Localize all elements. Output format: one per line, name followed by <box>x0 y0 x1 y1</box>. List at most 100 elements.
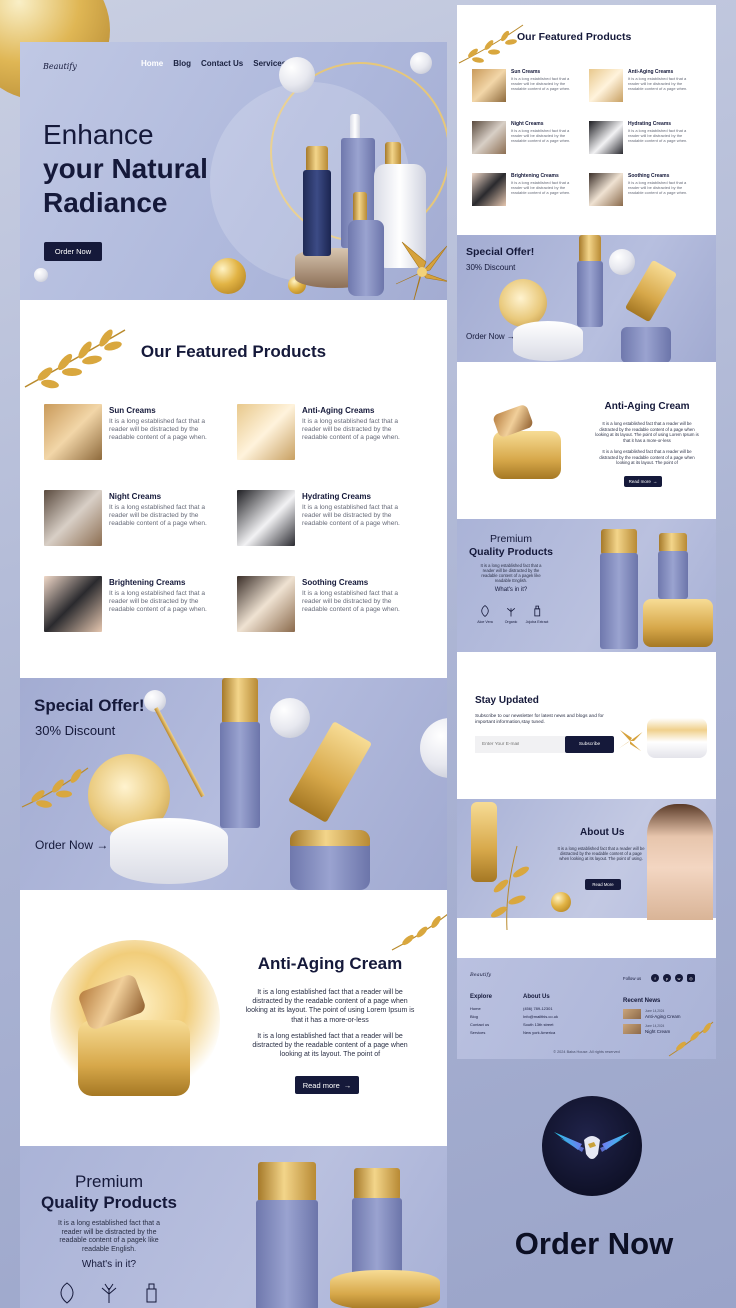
product-card-brightening[interactable]: Brightening Creams It is a long establis… <box>44 576 219 636</box>
gold-flower-decoration <box>395 241 447 300</box>
gold-pedestal <box>643 599 713 647</box>
nav-contact[interactable]: Contact Us <box>201 59 243 68</box>
eagle-logo[interactable] <box>542 1096 642 1196</box>
hero-section: Beautify Home Blog Contact Us Services E… <box>20 42 447 300</box>
product-title: Anti-Aging Creams <box>628 69 674 75</box>
bottle-cap <box>601 529 637 555</box>
product-description: It is a long established fact that a rea… <box>302 418 400 441</box>
premium-title-line-2: Quality Products <box>40 1193 178 1212</box>
product-title: Sun Creams <box>511 69 541 75</box>
news-date: June 14,2024 <box>645 1009 665 1013</box>
product-card-anti-aging[interactable]: Anti-Aging Creams It is a long establish… <box>237 404 412 464</box>
email-input[interactable] <box>475 736 565 753</box>
lavender-serum-bottle <box>220 722 260 828</box>
bottle-cap <box>258 1162 316 1202</box>
feature-label-aloe: Aloe Vera <box>477 620 493 624</box>
jojoba-bottle-icon <box>146 1283 157 1303</box>
product-thumbnail <box>472 173 506 206</box>
whatsapp-icon[interactable]: w <box>675 974 683 982</box>
offer-order-link[interactable]: Order Now → <box>35 838 108 852</box>
main-nav: Home Blog Contact Us Services <box>141 59 286 68</box>
product-thumbnail <box>237 404 295 460</box>
anti-aging-title: Anti-Aging Cream <box>604 401 690 412</box>
nav-blog[interactable]: Blog <box>173 59 191 68</box>
product-card-sun-creams-small[interactable]: Sun Creams It is a long established fact… <box>472 69 584 105</box>
serum-cap <box>222 678 258 724</box>
feature-label-jojoba: Jojoba Extract <box>525 620 549 624</box>
product-title: Soothing Creams <box>302 578 369 587</box>
product-description: It is a long established fact that a rea… <box>628 128 688 143</box>
serum-cap <box>579 235 601 263</box>
aloe-vera-icon <box>60 1282 74 1304</box>
product-title: Hydrating Creams <box>302 492 371 501</box>
featured-products-section-small: Our Featured Products Sun Creams It is a… <box>457 5 716 233</box>
organic-leaf-icon <box>506 607 516 617</box>
eagle-icon <box>554 1132 630 1159</box>
jojoba-bottle-icon <box>534 605 541 617</box>
feature-label-organic: Organic <box>504 620 518 624</box>
anti-aging-read-more-button[interactable]: Read more → <box>624 476 662 487</box>
product-thumbnail <box>589 173 623 206</box>
product-card-sun-creams[interactable]: Sun Creams It is a long established fact… <box>44 404 219 464</box>
instagram-icon[interactable]: ◎ <box>687 974 695 982</box>
product-card-soothing-small[interactable]: Soothing Creams It is a long established… <box>589 173 701 209</box>
product-description: It is a long established fact that a rea… <box>109 418 207 441</box>
whats-in-it-heading: What's in it? <box>494 587 528 593</box>
offer-order-link[interactable]: Order Now → <box>466 332 515 341</box>
product-card-anti-aging-small[interactable]: Anti-Aging Creams It is a long establish… <box>589 69 701 105</box>
product-card-night-creams-small[interactable]: Night Creams It is a long established fa… <box>472 121 584 157</box>
nav-home[interactable]: Home <box>141 59 163 68</box>
product-description: It is a long established fact that a rea… <box>109 504 207 527</box>
pump-top-gold <box>385 142 401 166</box>
featured-products-section: Our Featured Products Sun Creams It is a… <box>20 300 447 678</box>
anti-aging-paragraph-1: It is a long established fact that a rea… <box>245 989 415 1024</box>
brand-logo[interactable]: Beautify <box>43 62 77 71</box>
hero-order-button[interactable]: Order Now <box>44 242 102 261</box>
hero-line-1: Enhance <box>43 119 154 150</box>
news-thumbnail[interactable] <box>623 1024 641 1034</box>
special-offer-section: Special Offer! 30% Discount Order Now → <box>20 678 447 890</box>
anti-aging-read-more-button[interactable]: Read more → <box>295 1076 359 1094</box>
footer-brand-logo[interactable]: Beautify <box>470 972 491 978</box>
about-read-more-button[interactable]: Read More <box>585 879 621 890</box>
product-title: Brightening Creams <box>109 578 186 587</box>
right-page-mockup: Our Featured Products Sun Creams It is a… <box>457 5 716 1059</box>
whats-in-it-heading: What's in it? <box>81 1259 137 1270</box>
read-more-label: Read more <box>302 1080 340 1090</box>
subscribe-button[interactable]: Subscribe <box>565 736 614 753</box>
pearl-sphere-decoration <box>279 57 315 93</box>
facebook-icon[interactable]: f <box>651 974 659 982</box>
product-card-brightening-small[interactable]: Brightening Creams It is a long establis… <box>472 173 584 209</box>
premium-section-small: Premium Quality Products It is a long es… <box>457 519 716 652</box>
news-date: June 14,2024 <box>645 1024 665 1028</box>
organic-leaf-icon <box>101 1283 117 1303</box>
footer-link-services[interactable]: Services <box>470 1030 485 1035</box>
order-now-cta[interactable]: Order Now <box>480 1226 708 1262</box>
product-description: It is a long established fact that a rea… <box>511 128 571 143</box>
offer-discount: 30% Discount <box>35 723 116 738</box>
gold-sphere-decoration <box>210 258 246 294</box>
footer-link-blog[interactable]: Blog <box>470 1014 478 1019</box>
premium-description: It is a long established fact that a rea… <box>58 1220 160 1253</box>
product-description: It is a long established fact that a rea… <box>302 590 400 613</box>
footer-email[interactable]: Info@mailthis.co.uk <box>523 1014 558 1019</box>
product-thumbnail <box>589 69 623 102</box>
pinterest-icon[interactable]: p <box>663 974 671 982</box>
hero-headline: Enhance your Natural Radiance <box>43 118 208 220</box>
pearl-sphere-decoration <box>270 698 310 738</box>
news-thumbnail[interactable] <box>623 1009 641 1019</box>
footer-link-contact[interactable]: Contact us <box>470 1022 489 1027</box>
gold-cream-jar <box>78 1020 190 1096</box>
product-card-hydrating-small[interactable]: Hydrating Creams It is a long establishe… <box>589 121 701 157</box>
product-card-soothing[interactable]: Soothing Creams It is a long established… <box>237 576 412 636</box>
offer-title: Special Offer! <box>34 696 145 715</box>
product-card-night-creams[interactable]: Night Creams It is a long established fa… <box>44 490 219 550</box>
gold-leaf-branch-icon <box>21 767 89 808</box>
product-title: Brightening Creams <box>511 173 559 179</box>
product-card-hydrating[interactable]: Hydrating Creams It is a long establishe… <box>237 490 412 550</box>
product-thumbnail <box>472 121 506 154</box>
product-thumbnail <box>589 121 623 154</box>
product-title: Soothing Creams <box>628 173 670 179</box>
footer-link-home[interactable]: Home <box>470 1006 481 1011</box>
newsletter-title: Stay Updated <box>475 695 539 706</box>
